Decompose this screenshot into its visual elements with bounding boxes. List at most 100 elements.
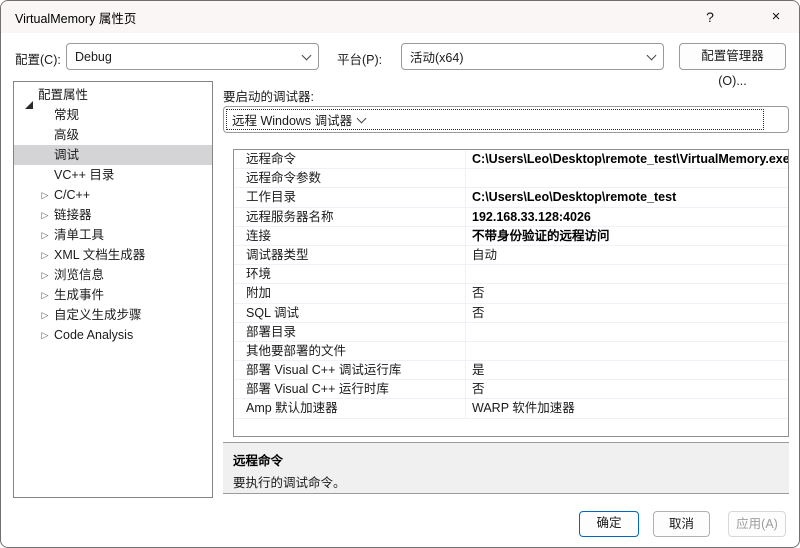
tree-item-label: 生成事件 bbox=[54, 285, 104, 305]
collapsed-triangle-icon[interactable]: ▷ bbox=[38, 285, 52, 305]
tree-item-advanced[interactable]: 高级 bbox=[14, 125, 212, 145]
property-value[interactable]: 是 bbox=[466, 361, 788, 379]
property-name: 远程命令参数 bbox=[234, 169, 466, 187]
property-value[interactable]: WARP 软件加速器 bbox=[466, 399, 788, 417]
property-value[interactable]: C:\Users\Leo\Desktop\remote_test bbox=[466, 188, 788, 206]
property-value[interactable] bbox=[466, 265, 788, 283]
tree-item-manifest-tool[interactable]: ▷ 清单工具 bbox=[14, 225, 212, 245]
property-row-working-directory[interactable]: 工作目录 C:\Users\Leo\Desktop\remote_test bbox=[234, 188, 788, 207]
tree-item-config-properties[interactable]: 配置属性 bbox=[14, 85, 212, 105]
chevron-down-icon bbox=[302, 50, 312, 60]
property-value[interactable] bbox=[466, 169, 788, 187]
property-row-remote-command[interactable]: 远程命令 C:\Users\Leo\Desktop\remote_test\Vi… bbox=[234, 150, 788, 169]
tree-item-label: 高级 bbox=[54, 125, 79, 145]
tree-item-label: 浏览信息 bbox=[54, 265, 104, 285]
debugger-select[interactable]: 远程 Windows 调试器 bbox=[223, 106, 789, 133]
property-name: 部署 Visual C++ 运行时库 bbox=[234, 380, 466, 398]
tree-item-label: 清单工具 bbox=[54, 225, 104, 245]
property-name: 部署 Visual C++ 调试运行库 bbox=[234, 361, 466, 379]
property-row-deploy-vcpp-debug-runtime[interactable]: 部署 Visual C++ 调试运行库 是 bbox=[234, 361, 788, 380]
property-row-connection[interactable]: 连接 不带身份验证的远程访问 bbox=[234, 227, 788, 246]
tree-item-xml-doc-generator[interactable]: ▷ XML 文档生成器 bbox=[14, 245, 212, 265]
collapsed-triangle-icon[interactable]: ▷ bbox=[38, 245, 52, 265]
property-grid: 远程命令 C:\Users\Leo\Desktop\remote_test\Vi… bbox=[233, 149, 789, 437]
tree-item-label: XML 文档生成器 bbox=[54, 245, 145, 265]
tree-item-label: 自定义生成步骤 bbox=[54, 305, 142, 325]
property-name: 其他要部署的文件 bbox=[234, 342, 466, 360]
platform-select[interactable]: 活动(x64) bbox=[401, 43, 664, 70]
configuration-select[interactable]: Debug bbox=[66, 43, 319, 70]
property-name: 远程服务器名称 bbox=[234, 208, 466, 226]
configuration-label: 配置(C): bbox=[15, 49, 61, 68]
tree-item-label: 链接器 bbox=[54, 205, 92, 225]
property-value[interactable]: 否 bbox=[466, 380, 788, 398]
chevron-down-icon bbox=[357, 113, 367, 123]
collapsed-triangle-icon[interactable]: ▷ bbox=[38, 225, 52, 245]
property-value[interactable] bbox=[466, 323, 788, 341]
property-name: 远程命令 bbox=[234, 150, 466, 168]
property-value[interactable] bbox=[466, 342, 788, 360]
tree-item-label: 配置属性 bbox=[38, 85, 88, 105]
platform-label: 平台(P): bbox=[337, 49, 382, 68]
property-description-panel: 远程命令 要执行的调试命令。 bbox=[223, 442, 789, 494]
tree-item-build-events[interactable]: ▷ 生成事件 bbox=[14, 285, 212, 305]
collapsed-triangle-icon[interactable]: ▷ bbox=[38, 205, 52, 225]
property-row-deploy-vcpp-runtime[interactable]: 部署 Visual C++ 运行时库 否 bbox=[234, 380, 788, 399]
property-name: 调试器类型 bbox=[234, 246, 466, 264]
debugger-value: 远程 Windows 调试器 bbox=[232, 110, 352, 129]
platform-value: 活动(x64) bbox=[410, 47, 642, 66]
property-value[interactable]: 自动 bbox=[466, 246, 788, 264]
property-row-environment[interactable]: 环境 bbox=[234, 265, 788, 284]
tree-item-custom-build-step[interactable]: ▷ 自定义生成步骤 bbox=[14, 305, 212, 325]
close-icon[interactable]: × bbox=[759, 1, 793, 33]
chevron-down-icon bbox=[647, 50, 657, 60]
tree-item-vcpp-directories[interactable]: VC++ 目录 bbox=[14, 165, 212, 185]
collapsed-triangle-icon[interactable]: ▷ bbox=[38, 265, 52, 285]
configuration-manager-button[interactable]: 配置管理器(O)... bbox=[679, 43, 786, 70]
property-row-debugger-type[interactable]: 调试器类型 自动 bbox=[234, 246, 788, 265]
property-row-remote-command-arguments[interactable]: 远程命令参数 bbox=[234, 169, 788, 188]
property-row-remote-server-name[interactable]: 远程服务器名称 192.168.33.128:4026 bbox=[234, 208, 788, 227]
tree-item-code-analysis[interactable]: ▷ Code Analysis bbox=[14, 325, 212, 345]
config-tree: 配置属性 常规 高级 调试 VC++ 目录 ▷ C/C++ ▷ 链接器 ▷ 清单… bbox=[13, 81, 213, 498]
property-value[interactable]: 否 bbox=[466, 284, 788, 302]
collapsed-triangle-icon[interactable]: ▷ bbox=[38, 305, 52, 325]
configuration-value: Debug bbox=[75, 50, 297, 64]
window-title: VirtualMemory 属性页 bbox=[15, 8, 136, 27]
property-row-deployment-directory[interactable]: 部署目录 bbox=[234, 323, 788, 342]
tree-item-general[interactable]: 常规 bbox=[14, 105, 212, 125]
ok-button[interactable]: 确定 bbox=[579, 511, 639, 537]
property-value[interactable]: 192.168.33.128:4026 bbox=[466, 208, 788, 226]
virtualmemory-property-pages-dialog: VirtualMemory 属性页 ? × 配置(C): Debug 平台(P)… bbox=[0, 0, 800, 548]
tree-item-label: C/C++ bbox=[54, 185, 90, 205]
debugger-to-launch-label: 要启动的调试器: bbox=[223, 86, 314, 105]
property-name: 部署目录 bbox=[234, 323, 466, 341]
property-name: 环境 bbox=[234, 265, 466, 283]
tree-item-linker[interactable]: ▷ 链接器 bbox=[14, 205, 212, 225]
property-value[interactable]: C:\Users\Leo\Desktop\remote_test\Virtual… bbox=[466, 150, 788, 168]
property-name: Amp 默认加速器 bbox=[234, 399, 466, 417]
collapsed-triangle-icon[interactable]: ▷ bbox=[38, 325, 52, 345]
description-text: 要执行的调试命令。 bbox=[233, 472, 779, 491]
tree-item-label: 调试 bbox=[54, 145, 79, 165]
property-value[interactable]: 不带身份验证的远程访问 bbox=[466, 227, 788, 245]
tree-item-label: VC++ 目录 bbox=[54, 165, 114, 185]
titlebar[interactable]: VirtualMemory 属性页 ? × bbox=[1, 1, 799, 33]
help-icon[interactable]: ? bbox=[693, 1, 727, 33]
collapsed-triangle-icon[interactable]: ▷ bbox=[38, 185, 52, 205]
property-name: 工作目录 bbox=[234, 188, 466, 206]
property-name: 附加 bbox=[234, 284, 466, 302]
property-row-amp-default-accelerator[interactable]: Amp 默认加速器 WARP 软件加速器 bbox=[234, 399, 788, 418]
tree-item-c-cpp[interactable]: ▷ C/C++ bbox=[14, 185, 212, 205]
property-name: 连接 bbox=[234, 227, 466, 245]
property-name: SQL 调试 bbox=[234, 304, 466, 322]
property-row-additional-files-to-deploy[interactable]: 其他要部署的文件 bbox=[234, 342, 788, 361]
apply-button: 应用(A) bbox=[728, 511, 786, 537]
tree-item-label: 常规 bbox=[54, 105, 79, 125]
property-row-sql-debugging[interactable]: SQL 调试 否 bbox=[234, 304, 788, 323]
property-row-attach[interactable]: 附加 否 bbox=[234, 284, 788, 303]
tree-item-browse-information[interactable]: ▷ 浏览信息 bbox=[14, 265, 212, 285]
property-value[interactable]: 否 bbox=[466, 304, 788, 322]
cancel-button[interactable]: 取消 bbox=[653, 511, 710, 537]
tree-item-debugging[interactable]: 调试 bbox=[14, 145, 212, 165]
